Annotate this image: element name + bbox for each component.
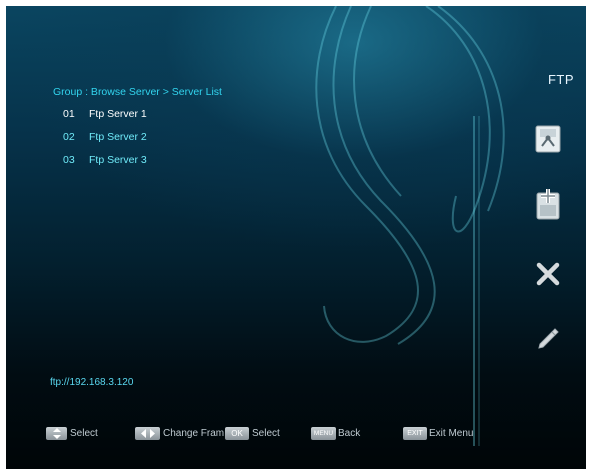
ftp-address: ftp://192.168.3.120	[50, 377, 134, 388]
server-name: Ftp Server 1	[89, 108, 147, 120]
help-ok-select-label: Select	[252, 428, 280, 439]
help-back-label: Back	[338, 428, 361, 439]
add-icon	[536, 189, 560, 220]
help-select-label: Select	[70, 428, 98, 439]
exit-key: EXIT	[403, 427, 427, 440]
background-logo-art	[315, 6, 505, 446]
ok-key: OK	[225, 427, 249, 440]
server-number: 03	[63, 154, 75, 166]
menu-key: MENU	[311, 427, 336, 440]
help-bar: Select Change Fram OK Select MENU Back E…	[6, 427, 586, 443]
server-name: Ftp Server 3	[89, 154, 147, 166]
left-right-key-icon	[135, 427, 160, 440]
server-list-item[interactable]: 01 Ftp Server 1	[63, 108, 147, 131]
connect-icon	[535, 125, 561, 153]
help-exit-menu-label: Exit Menu	[429, 428, 474, 439]
up-down-key-icon	[46, 427, 67, 440]
edit-server-button[interactable]	[530, 321, 566, 357]
ftp-screen: FTP Group : Browse Server > Server List …	[6, 6, 586, 469]
server-number: 01	[63, 108, 75, 120]
delete-server-button[interactable]	[530, 256, 566, 292]
page-title: FTP	[547, 72, 574, 87]
add-server-button[interactable]	[530, 186, 566, 222]
connect-button[interactable]	[530, 121, 566, 157]
server-list-item[interactable]: 02 Ftp Server 2	[63, 131, 147, 154]
server-list: 01 Ftp Server 1 02 Ftp Server 2 03 Ftp S…	[63, 108, 147, 177]
help-change-frame-label: Change Fram	[163, 428, 225, 439]
server-number: 02	[63, 131, 75, 143]
breadcrumb: Group : Browse Server > Server List	[53, 86, 222, 98]
server-name: Ftp Server 2	[89, 131, 147, 143]
delete-icon	[536, 262, 560, 286]
server-list-item[interactable]: 03 Ftp Server 3	[63, 154, 147, 177]
edit-icon	[538, 328, 559, 349]
